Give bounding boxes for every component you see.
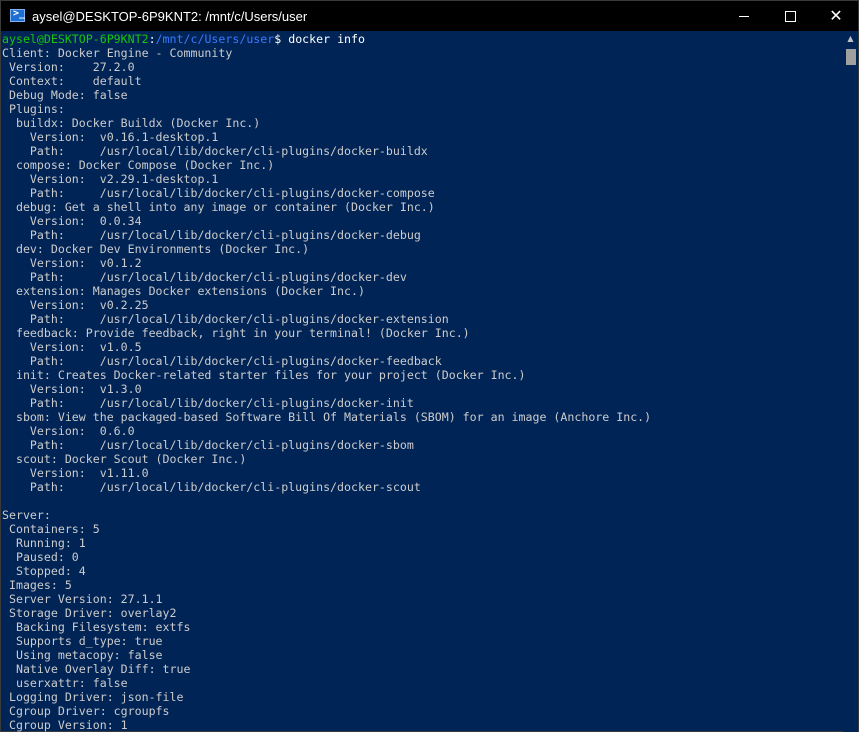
close-button[interactable]: ✕ [813, 1, 859, 31]
output-line: Version: v0.2.25 [2, 298, 149, 312]
output-line: Version: v2.29.1-desktop.1 [2, 172, 219, 186]
output-line: Running: 1 [2, 536, 86, 550]
output-line: Path: /usr/local/lib/docker/cli-plugins/… [2, 144, 428, 158]
output-line: Backing Filesystem: extfs [2, 620, 191, 634]
output-line: Version: 0.0.34 [2, 214, 142, 228]
output-line: Version: 27.2.0 [2, 60, 135, 74]
output-line: buildx: Docker Buildx (Docker Inc.) [2, 116, 261, 130]
output-line: Logging Driver: json-file [2, 690, 184, 704]
prompt-separator: : [148, 32, 156, 46]
powershell-icon: >_ [10, 8, 25, 22]
output-line: compose: Docker Compose (Docker Inc.) [2, 158, 275, 172]
output-line: init: Creates Docker-related starter fil… [2, 368, 526, 382]
output-line: Server Version: 27.1.1 [2, 592, 163, 606]
close-icon: ✕ [829, 6, 843, 25]
output-line: Path: /usr/local/lib/docker/cli-plugins/… [2, 270, 407, 284]
output-line: Images: 5 [2, 578, 72, 592]
scrollbar-thumb[interactable] [846, 49, 856, 65]
vertical-scrollbar[interactable]: ▲ [843, 32, 858, 732]
minimize-icon [739, 15, 749, 17]
output-line: Server: [2, 508, 51, 522]
maximize-button[interactable] [767, 1, 813, 31]
output-line: Stopped: 4 [2, 564, 86, 578]
output-line: Cgroup Driver: cgroupfs [2, 704, 170, 718]
output-line: Paused: 0 [2, 550, 79, 564]
scroll-up-arrow-icon[interactable]: ▲ [843, 32, 858, 46]
output-line: Version: v0.1.2 [2, 256, 142, 270]
output-line: Version: v1.0.5 [2, 340, 142, 354]
output-line: sbom: View the packaged-based Software B… [2, 410, 652, 424]
output-line: Path: /usr/local/lib/docker/cli-plugins/… [2, 312, 449, 326]
terminal-output[interactable]: aysel@DESKTOP-6P9KNT2:/mnt/c/Users/user$… [2, 32, 842, 732]
output-line: Context: default [2, 74, 142, 88]
output-line: Version: v0.16.1-desktop.1 [2, 130, 219, 144]
output-line: Client: Docker Engine - Community [2, 46, 233, 60]
output-line: Path: /usr/local/lib/docker/cli-plugins/… [2, 228, 421, 242]
output-line: Cgroup Version: 1 [2, 718, 128, 732]
prompt-command: docker info [281, 32, 365, 46]
title-bar[interactable]: >_ aysel@DESKTOP-6P9KNT2: /mnt/c/Users/u… [1, 1, 858, 31]
window-title: aysel@DESKTOP-6P9KNT2: /mnt/c/Users/user [32, 9, 308, 24]
output-line: Path: /usr/local/lib/docker/cli-plugins/… [2, 186, 435, 200]
maximize-icon [784, 10, 796, 22]
output-line: Debug Mode: false [2, 88, 128, 102]
output-line: dev: Docker Dev Environments (Docker Inc… [2, 242, 310, 256]
minimize-button[interactable] [721, 1, 767, 31]
output-line: Path: /usr/local/lib/docker/cli-plugins/… [2, 438, 414, 452]
prompt-user-host: aysel@DESKTOP-6P9KNT2 [2, 32, 149, 46]
output-line: Native Overlay Diff: true [2, 662, 191, 676]
prompt-path: /mnt/c/Users/user [155, 32, 275, 46]
output-line: Version: v1.11.0 [2, 466, 149, 480]
output-line: extension: Manages Docker extensions (Do… [2, 284, 365, 298]
output-line: Version: v1.3.0 [2, 382, 142, 396]
terminal-window: >_ aysel@DESKTOP-6P9KNT2: /mnt/c/Users/u… [0, 0, 859, 732]
output-line: Path: /usr/local/lib/docker/cli-plugins/… [2, 354, 442, 368]
output-line: Path: /usr/local/lib/docker/cli-plugins/… [2, 480, 421, 494]
output-line: Plugins: [2, 102, 65, 116]
output-line: userxattr: false [2, 676, 128, 690]
output-line: Containers: 5 [2, 522, 100, 536]
output-line: Storage Driver: overlay2 [2, 606, 177, 620]
output-line: Path: /usr/local/lib/docker/cli-plugins/… [2, 396, 414, 410]
output-line: Supports d_type: true [2, 634, 163, 648]
output-line: debug: Get a shell into any image or con… [2, 200, 435, 214]
output-line: feedback: Provide feedback, right in you… [2, 326, 470, 340]
prompt-line: aysel@DESKTOP-6P9KNT2:/mnt/c/Users/user$… [2, 32, 842, 46]
output-line: scout: Docker Scout (Docker Inc.) [2, 452, 247, 466]
output-line: Version: 0.6.0 [2, 424, 135, 438]
output-line: Using metacopy: false [2, 648, 163, 662]
